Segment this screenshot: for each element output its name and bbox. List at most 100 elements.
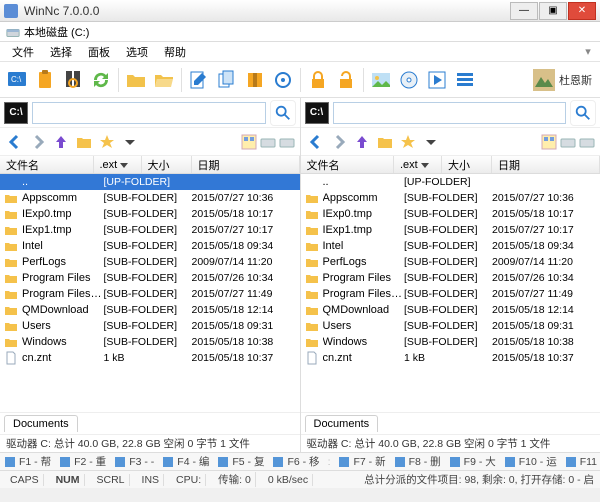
list-item[interactable]: Intel [SUB-FOLDER] 2015/05/18 09:34 <box>0 238 300 254</box>
nav-drive-b-icon[interactable] <box>578 133 596 151</box>
right-search-button[interactable] <box>570 100 596 126</box>
fkey-f7[interactable]: F7 - 新 <box>338 454 385 469</box>
list-item[interactable]: Windows [SUB-FOLDER] 2015/05/18 10:38 <box>301 334 600 350</box>
fkey-f11[interactable]: F11 - 开 <box>565 454 600 469</box>
col-size[interactable]: 大小 <box>142 156 192 173</box>
list-item[interactable]: Windows [SUB-FOLDER] 2015/05/18 10:38 <box>0 334 300 350</box>
nav-drive-a-icon[interactable] <box>559 133 577 151</box>
close-button[interactable]: ✕ <box>568 2 596 20</box>
fkey-f10[interactable]: F10 - 运 <box>504 454 557 469</box>
list-item[interactable]: IExp1.tmp [SUB-FOLDER] 2015/07/27 10:17 <box>301 222 600 238</box>
nav-up-icon[interactable] <box>351 131 373 153</box>
maximize-button[interactable]: ▣ <box>539 2 567 20</box>
clipboard-icon[interactable] <box>32 67 58 93</box>
disc-icon[interactable] <box>396 67 422 93</box>
list-item[interactable]: QMDownload [SUB-FOLDER] 2015/05/18 12:14 <box>301 302 600 318</box>
list-item[interactable]: Appscomm [SUB-FOLDER] 2015/07/27 10:36 <box>301 190 600 206</box>
nav-dropdown-icon[interactable] <box>119 131 141 153</box>
folder-open-icon[interactable] <box>151 67 177 93</box>
nav-favorite-icon[interactable] <box>397 131 419 153</box>
play-icon[interactable] <box>424 67 450 93</box>
image-icon[interactable] <box>368 67 394 93</box>
nav-drive-a-icon[interactable] <box>259 133 277 151</box>
nav-forward-icon[interactable] <box>27 131 49 153</box>
nav-up-icon[interactable] <box>50 131 72 153</box>
list-item[interactable]: IExp0.tmp [SUB-FOLDER] 2015/05/18 10:17 <box>0 206 300 222</box>
right-drive-chip[interactable]: C:\ <box>305 102 329 124</box>
list-item[interactable]: IExp1.tmp [SUB-FOLDER] 2015/07/27 10:17 <box>0 222 300 238</box>
folder-icon[interactable] <box>123 67 149 93</box>
archive-icon[interactable] <box>242 67 268 93</box>
terminal-icon[interactable]: C:\ <box>4 67 30 93</box>
nav-favorite-icon[interactable] <box>96 131 118 153</box>
list-item[interactable]: Program Files [SUB-FOLDER] 2015/07/26 10… <box>0 270 300 286</box>
list-item[interactable]: .. [UP-FOLDER] <box>0 174 300 190</box>
col-date[interactable]: 日期 <box>192 156 300 173</box>
nav-drive-b-icon[interactable] <box>278 133 296 151</box>
list-item[interactable]: Appscomm [SUB-FOLDER] 2015/07/27 10:36 <box>0 190 300 206</box>
fkey-f6[interactable]: F6 - 移 <box>272 454 319 469</box>
list-item[interactable]: Users [SUB-FOLDER] 2015/05/18 09:31 <box>301 318 600 334</box>
col-ext[interactable]: .ext <box>394 156 442 173</box>
folder-icon <box>305 335 319 349</box>
sync-icon[interactable] <box>88 67 114 93</box>
nav-forward-icon[interactable] <box>328 131 350 153</box>
settings-icon[interactable] <box>270 67 296 93</box>
fkey-f3[interactable]: F3 - - <box>114 456 154 468</box>
fkey-f4[interactable]: F4 - 编 <box>162 454 209 469</box>
fkey-f9[interactable]: F9 - 大 <box>449 454 496 469</box>
nav-special-icon[interactable] <box>240 133 258 151</box>
col-ext[interactable]: .ext <box>94 156 142 173</box>
file-name: Intel <box>323 240 405 252</box>
edit-icon[interactable] <box>186 67 212 93</box>
list-item[interactable]: Intel [SUB-FOLDER] 2015/05/18 09:34 <box>301 238 600 254</box>
list-item[interactable]: QMDownload [SUB-FOLDER] 2015/05/18 12:14 <box>0 302 300 318</box>
minimize-button[interactable]: — <box>510 2 538 20</box>
right-tab[interactable]: Documents <box>305 415 379 432</box>
nav-dropdown-icon[interactable] <box>420 131 442 153</box>
menu-help[interactable]: 帮助 <box>156 42 194 62</box>
list-item[interactable]: PerfLogs [SUB-FOLDER] 2009/07/14 11:20 <box>301 254 600 270</box>
left-tabstrip: Documents <box>0 412 300 434</box>
fkey-f8[interactable]: F8 - 删 <box>394 454 441 469</box>
menu-panel[interactable]: 面板 <box>80 42 118 62</box>
menu-overflow-icon[interactable]: ▾ <box>580 44 596 60</box>
list-item[interactable]: IExp0.tmp [SUB-FOLDER] 2015/05/18 10:17 <box>301 206 600 222</box>
list-icon[interactable] <box>452 67 478 93</box>
list-item[interactable]: cn.znt 1 kB 2015/05/18 10:37 <box>0 350 300 366</box>
nav-folder-icon[interactable] <box>374 131 396 153</box>
fkey-icon <box>114 456 126 468</box>
list-item[interactable]: PerfLogs [SUB-FOLDER] 2009/07/14 11:20 <box>0 254 300 270</box>
fkey-icon <box>394 456 406 468</box>
list-item[interactable]: Program Files [SUB-FOLDER] 2015/07/26 10… <box>301 270 600 286</box>
menu-options[interactable]: 选项 <box>118 42 156 62</box>
menu-select[interactable]: 选择 <box>42 42 80 62</box>
col-size[interactable]: 大小 <box>442 156 492 173</box>
nav-back-icon[interactable] <box>4 131 26 153</box>
list-item[interactable]: cn.znt 1 kB 2015/05/18 10:37 <box>301 350 600 366</box>
left-path-input[interactable] <box>32 102 266 124</box>
list-item[interactable]: Program Files (x86) [SUB-FOLDER] 2015/07… <box>301 286 600 302</box>
col-name[interactable]: 文件名 <box>301 156 395 173</box>
fkey-f1[interactable]: F1 - 帮 <box>4 454 51 469</box>
left-tab[interactable]: Documents <box>4 415 78 432</box>
left-drive-chip[interactable]: C:\ <box>4 102 28 124</box>
col-date[interactable]: 日期 <box>492 156 600 173</box>
fkey-f5[interactable]: F5 - 复 <box>217 454 264 469</box>
copy-icon[interactable] <box>214 67 240 93</box>
nav-special-icon[interactable] <box>540 133 558 151</box>
nav-back-icon[interactable] <box>305 131 327 153</box>
col-name[interactable]: 文件名 <box>0 156 94 173</box>
left-search-button[interactable] <box>270 100 296 126</box>
menu-file[interactable]: 文件 <box>4 42 42 62</box>
num-indicator: NUM <box>52 474 85 486</box>
list-item[interactable]: .. [UP-FOLDER] <box>301 174 600 190</box>
unlock-icon[interactable] <box>333 67 359 93</box>
search-icon[interactable] <box>60 67 86 93</box>
right-path-input[interactable] <box>333 102 567 124</box>
list-item[interactable]: Program Files (x86) [SUB-FOLDER] 2015/07… <box>0 286 300 302</box>
nav-folder-icon[interactable] <box>73 131 95 153</box>
fkey-f2[interactable]: F2 - 重 <box>59 454 106 469</box>
list-item[interactable]: Users [SUB-FOLDER] 2015/05/18 09:31 <box>0 318 300 334</box>
lock-icon[interactable] <box>305 67 331 93</box>
